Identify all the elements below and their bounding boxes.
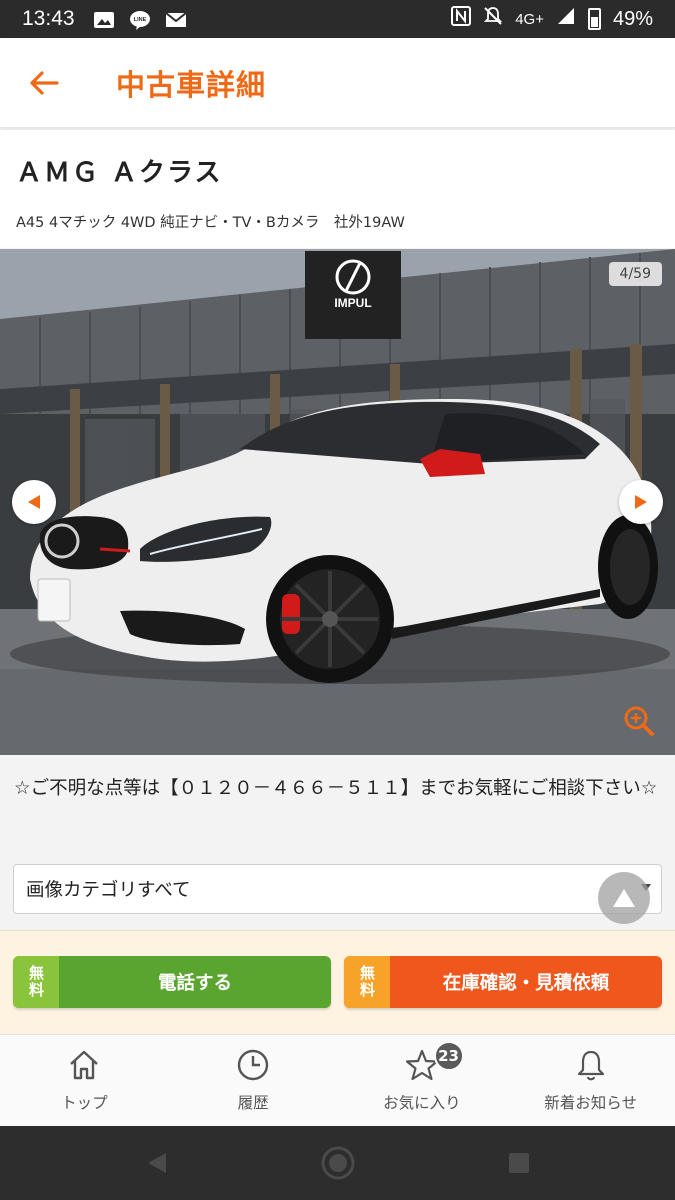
line-icon: LINE	[129, 10, 151, 30]
triangle-up-icon	[613, 889, 635, 907]
previous-photo-button[interactable]	[12, 480, 56, 524]
clock-icon	[237, 1049, 269, 1081]
mail-icon	[164, 10, 187, 28]
store-sign-text: IMPUL	[334, 296, 371, 310]
inquiry-button-label: 在庫確認・見積依頼	[442, 973, 610, 994]
app-header: 中古車詳細	[0, 38, 675, 128]
free-badge: 無料	[13, 956, 59, 1008]
action-bar: 無料 電話する 無料 在庫確認・見積依頼	[0, 930, 675, 1034]
bell-icon	[577, 1050, 604, 1081]
bottom-tab-bar: トップ 履歴 23 お気に入り 新着お知らせ	[0, 1034, 675, 1126]
tab-label: 新着お知らせ	[544, 1094, 637, 1112]
car-title-block: ＡＭＧ Ａクラス A45 4マチック 4WD 純正ナビ・TV・Bカメラ 社外19…	[0, 130, 675, 248]
svg-text:LINE: LINE	[133, 17, 146, 23]
mute-icon	[483, 6, 503, 32]
page-title: 中古車詳細	[116, 67, 267, 102]
car-photo-gallery[interactable]: IMPUL 4/59	[0, 249, 675, 755]
tab-favorites[interactable]: 23 お気に入り	[338, 1035, 507, 1126]
back-triangle-icon[interactable]	[144, 1150, 170, 1176]
favorites-count-badge: 23	[433, 1041, 464, 1071]
signal-icon	[556, 6, 576, 32]
call-button[interactable]: 無料 電話する	[13, 956, 331, 1008]
contact-notice: ☆ご不明な点等は【０１２０－４６６－５１１】までお気軽にご相談下さい☆	[14, 778, 658, 799]
call-button-label: 電話する	[157, 973, 232, 994]
tab-notifications[interactable]: 新着お知らせ	[506, 1035, 675, 1126]
arrow-right-circle-icon	[635, 495, 647, 509]
tab-top[interactable]: トップ	[0, 1035, 169, 1126]
arrow-left-circle-icon	[28, 495, 40, 509]
back-button[interactable]	[14, 53, 74, 113]
car-photo: IMPUL	[0, 249, 675, 755]
scroll-to-top-button[interactable]	[598, 872, 650, 924]
free-badge-text: 無料	[27, 965, 45, 999]
photo-counter: 4/59	[608, 262, 662, 286]
car-subtitle: A45 4マチック 4WD 純正ナビ・TV・Bカメラ 社外19AW	[16, 215, 405, 231]
free-badge: 無料	[344, 956, 390, 1008]
car-name: ＡＭＧ Ａクラス	[16, 158, 223, 188]
nfc-icon	[451, 6, 472, 32]
battery-level: 49%	[612, 7, 653, 30]
image-category-value: 画像カテゴリすべて	[26, 880, 191, 901]
zoom-button[interactable]	[623, 705, 655, 737]
arrow-left-icon	[30, 70, 59, 95]
tab-history[interactable]: 履歴	[169, 1035, 338, 1126]
next-photo-button[interactable]	[619, 480, 663, 524]
zoom-in-icon	[624, 706, 654, 736]
image-icon	[93, 10, 115, 28]
network-label: 4G+	[515, 10, 544, 28]
status-time: 13:43	[22, 7, 75, 30]
tab-label: トップ	[61, 1094, 108, 1112]
tab-label: 履歴	[237, 1094, 269, 1112]
home-icon	[70, 1050, 99, 1080]
inquiry-button[interactable]: 無料 在庫確認・見積依頼	[344, 956, 662, 1008]
status-bar: 13:43 LINE 4G+ 49%	[0, 0, 675, 38]
recents-square-icon[interactable]	[506, 1150, 532, 1176]
battery-icon	[587, 8, 601, 30]
home-circle-icon[interactable]	[320, 1145, 356, 1181]
free-badge-text: 無料	[358, 965, 376, 999]
tab-label: お気に入り	[383, 1094, 461, 1112]
system-nav-bar	[0, 1126, 675, 1200]
image-category-select[interactable]: 画像カテゴリすべて	[13, 864, 662, 914]
